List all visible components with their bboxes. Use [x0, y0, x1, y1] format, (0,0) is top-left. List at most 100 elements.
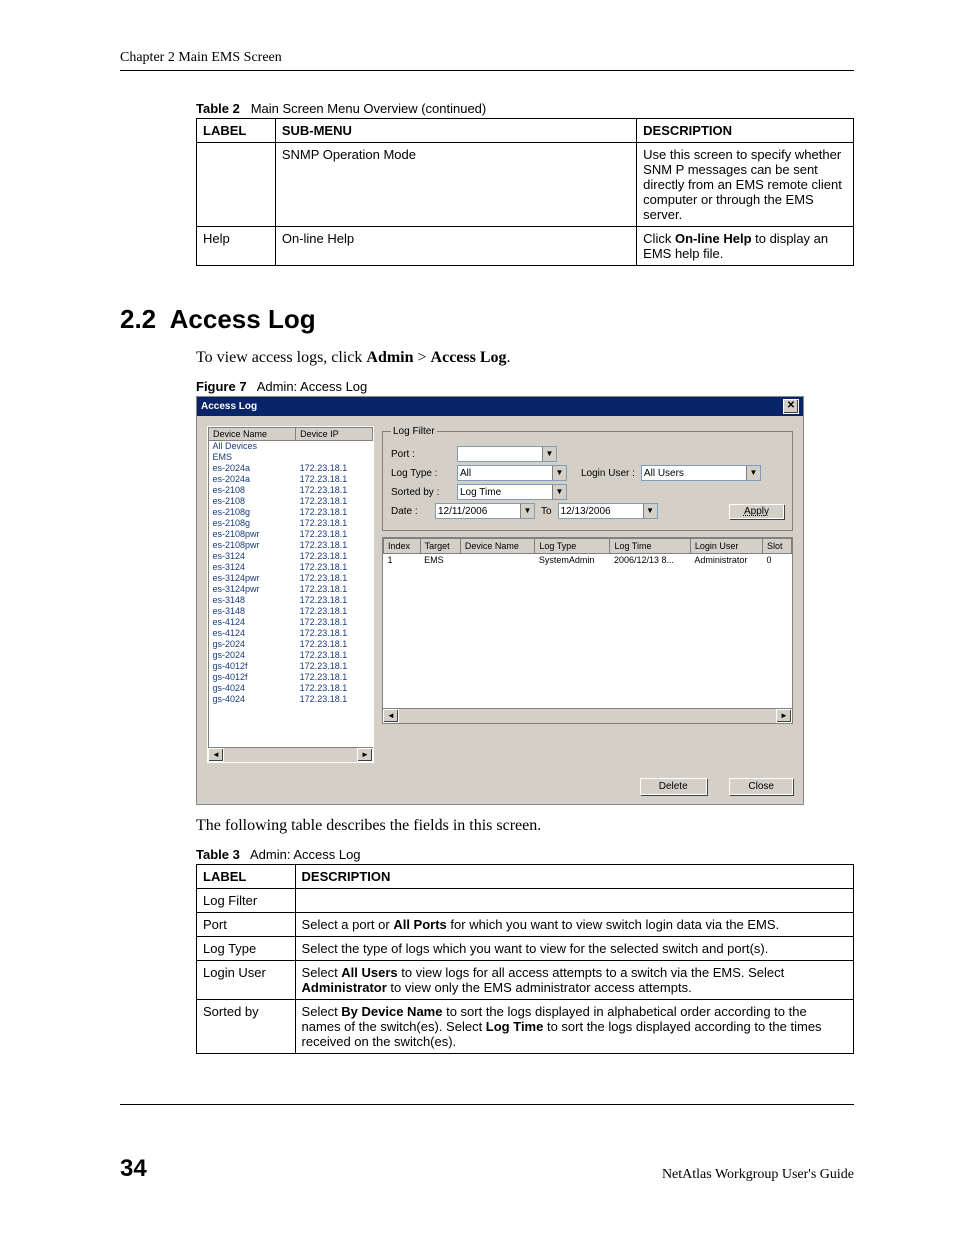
- list-item[interactable]: gs-2024172.23.18.1: [209, 650, 373, 661]
- list-item[interactable]: es-2024a172.23.18.1: [209, 474, 373, 485]
- chevron-down-icon[interactable]: ▼: [746, 466, 760, 480]
- list-item[interactable]: es-3148172.23.18.1: [209, 606, 373, 617]
- scroll-left-icon[interactable]: ◄: [208, 748, 224, 762]
- device-ip-cell: 172.23.18.1: [296, 496, 373, 507]
- log-h-devname[interactable]: Device Name: [460, 539, 534, 554]
- cell-label: Help: [197, 227, 276, 266]
- horizontal-scrollbar[interactable]: ◄ ►: [383, 708, 792, 723]
- access-log-window: Access Log ✕ Device Name Device IP All D…: [196, 396, 804, 805]
- log-h-loginuser[interactable]: Login User: [690, 539, 762, 554]
- figure-caption: Figure 7 Admin: Access Log: [196, 379, 854, 394]
- list-item[interactable]: es-2108g172.23.18.1: [209, 507, 373, 518]
- list-item[interactable]: All Devices: [209, 441, 373, 453]
- list-item[interactable]: es-2108pwr172.23.18.1: [209, 540, 373, 551]
- sortedby-select[interactable]: Log Time▼: [457, 484, 567, 500]
- list-item[interactable]: es-2108g172.23.18.1: [209, 518, 373, 529]
- list-item[interactable]: gs-4024172.23.18.1: [209, 694, 373, 705]
- list-item[interactable]: es-3124172.23.18.1: [209, 551, 373, 562]
- device-name-cell: es-2108pwr: [209, 540, 296, 551]
- footer-rule: [120, 1104, 854, 1105]
- date-to-field[interactable]: 12/13/2006▼: [558, 503, 658, 519]
- scroll-left-icon[interactable]: ◄: [383, 709, 399, 723]
- list-item[interactable]: es-3124pwr172.23.18.1: [209, 584, 373, 595]
- device-ip-cell: 172.23.18.1: [296, 518, 373, 529]
- list-item[interactable]: gs-4012f172.23.18.1: [209, 661, 373, 672]
- cell-desc: Select By Device Name to sort the logs d…: [295, 1000, 853, 1054]
- scroll-right-icon[interactable]: ►: [357, 748, 373, 762]
- list-item[interactable]: gs-2024172.23.18.1: [209, 639, 373, 650]
- device-ip-cell: 172.23.18.1: [296, 529, 373, 540]
- log-h-logtype[interactable]: Log Type: [535, 539, 610, 554]
- section-heading: 2.2 Access Log: [120, 304, 854, 335]
- logtype-label: Log Type :: [391, 468, 451, 479]
- horizontal-scrollbar[interactable]: ◄ ►: [208, 747, 373, 762]
- table-row: Log Filter: [197, 889, 854, 913]
- log-h-index[interactable]: Index: [384, 539, 421, 554]
- device-name-cell: es-3124: [209, 562, 296, 573]
- table2-h-desc: DESCRIPTION: [637, 119, 854, 143]
- device-header-name[interactable]: Device Name: [209, 428, 296, 441]
- date-label: Date :: [391, 506, 429, 517]
- device-ip-cell: [296, 452, 373, 463]
- table-row: Log Type Select the type of logs which y…: [197, 937, 854, 961]
- list-item[interactable]: es-3124pwr172.23.18.1: [209, 573, 373, 584]
- log-table-panel: Index Target Device Name Log Type Log Ti…: [382, 537, 793, 724]
- table-row: SNMP Operation Mode Use this screen to s…: [197, 143, 854, 227]
- cell-label: Login User: [197, 961, 296, 1000]
- log-h-logtime[interactable]: Log Time: [610, 539, 690, 554]
- device-ip-cell: 172.23.18.1: [296, 540, 373, 551]
- log-h-target[interactable]: Target: [420, 539, 460, 554]
- cell-label: Port: [197, 913, 296, 937]
- port-select[interactable]: ▼: [457, 446, 557, 462]
- device-name-cell: es-2108: [209, 485, 296, 496]
- list-item[interactable]: es-3148172.23.18.1: [209, 595, 373, 606]
- device-ip-cell: 172.23.18.1: [296, 639, 373, 650]
- figure-caption-text: Admin: Access Log: [257, 379, 368, 394]
- device-ip-cell: 172.23.18.1: [296, 694, 373, 705]
- apply-button[interactable]: Apply: [729, 504, 784, 519]
- table-row: Login User Select All Users to view logs…: [197, 961, 854, 1000]
- list-item[interactable]: gs-4024172.23.18.1: [209, 683, 373, 694]
- cell-label: [197, 143, 276, 227]
- table-row[interactable]: 1 EMS SystemAdmin 2006/12/13 8... Admini…: [384, 554, 792, 567]
- close-icon[interactable]: ✕: [783, 399, 799, 414]
- list-item[interactable]: es-3124172.23.18.1: [209, 562, 373, 573]
- list-item[interactable]: es-4124172.23.18.1: [209, 617, 373, 628]
- list-item[interactable]: es-4124172.23.18.1: [209, 628, 373, 639]
- table-row: Sorted by Select By Device Name to sort …: [197, 1000, 854, 1054]
- date-from-field[interactable]: 12/11/2006▼: [435, 503, 535, 519]
- chevron-down-icon[interactable]: ▼: [643, 504, 657, 518]
- chevron-down-icon[interactable]: ▼: [520, 504, 534, 518]
- chapter-header: Chapter 2 Main EMS Screen: [120, 50, 854, 66]
- list-item[interactable]: es-2108172.23.18.1: [209, 485, 373, 496]
- loginuser-select[interactable]: All Users▼: [641, 465, 761, 481]
- cell-submenu: SNMP Operation Mode: [275, 143, 636, 227]
- scroll-right-icon[interactable]: ►: [776, 709, 792, 723]
- window-title: Access Log: [201, 401, 257, 412]
- close-button[interactable]: Close: [729, 778, 793, 795]
- chevron-down-icon[interactable]: ▼: [552, 485, 566, 499]
- device-list-panel: Device Name Device IP All DevicesEMSes-2…: [207, 426, 374, 763]
- list-item[interactable]: gs-4012f172.23.18.1: [209, 672, 373, 683]
- page-number: 34: [120, 1155, 147, 1183]
- table3-caption-label: Table 3: [196, 847, 240, 862]
- logtype-select[interactable]: All▼: [457, 465, 567, 481]
- device-ip-cell: 172.23.18.1: [296, 584, 373, 595]
- delete-button[interactable]: Delete: [640, 778, 707, 795]
- list-item[interactable]: es-2108172.23.18.1: [209, 496, 373, 507]
- device-ip-cell: 172.23.18.1: [296, 683, 373, 694]
- chevron-down-icon[interactable]: ▼: [552, 466, 566, 480]
- device-name-cell: es-2024a: [209, 474, 296, 485]
- list-item[interactable]: EMS: [209, 452, 373, 463]
- device-ip-cell: 172.23.18.1: [296, 485, 373, 496]
- device-ip-cell: [296, 441, 373, 453]
- table3: LABEL DESCRIPTION Log Filter Port Select…: [196, 864, 854, 1054]
- cell-label: Log Type: [197, 937, 296, 961]
- list-item[interactable]: es-2024a172.23.18.1: [209, 463, 373, 474]
- log-h-slot[interactable]: Slot: [762, 539, 791, 554]
- device-header-ip[interactable]: Device IP: [296, 428, 373, 441]
- device-name-cell: gs-4024: [209, 683, 296, 694]
- list-item[interactable]: es-2108pwr172.23.18.1: [209, 529, 373, 540]
- device-ip-cell: 172.23.18.1: [296, 474, 373, 485]
- chevron-down-icon[interactable]: ▼: [542, 447, 556, 461]
